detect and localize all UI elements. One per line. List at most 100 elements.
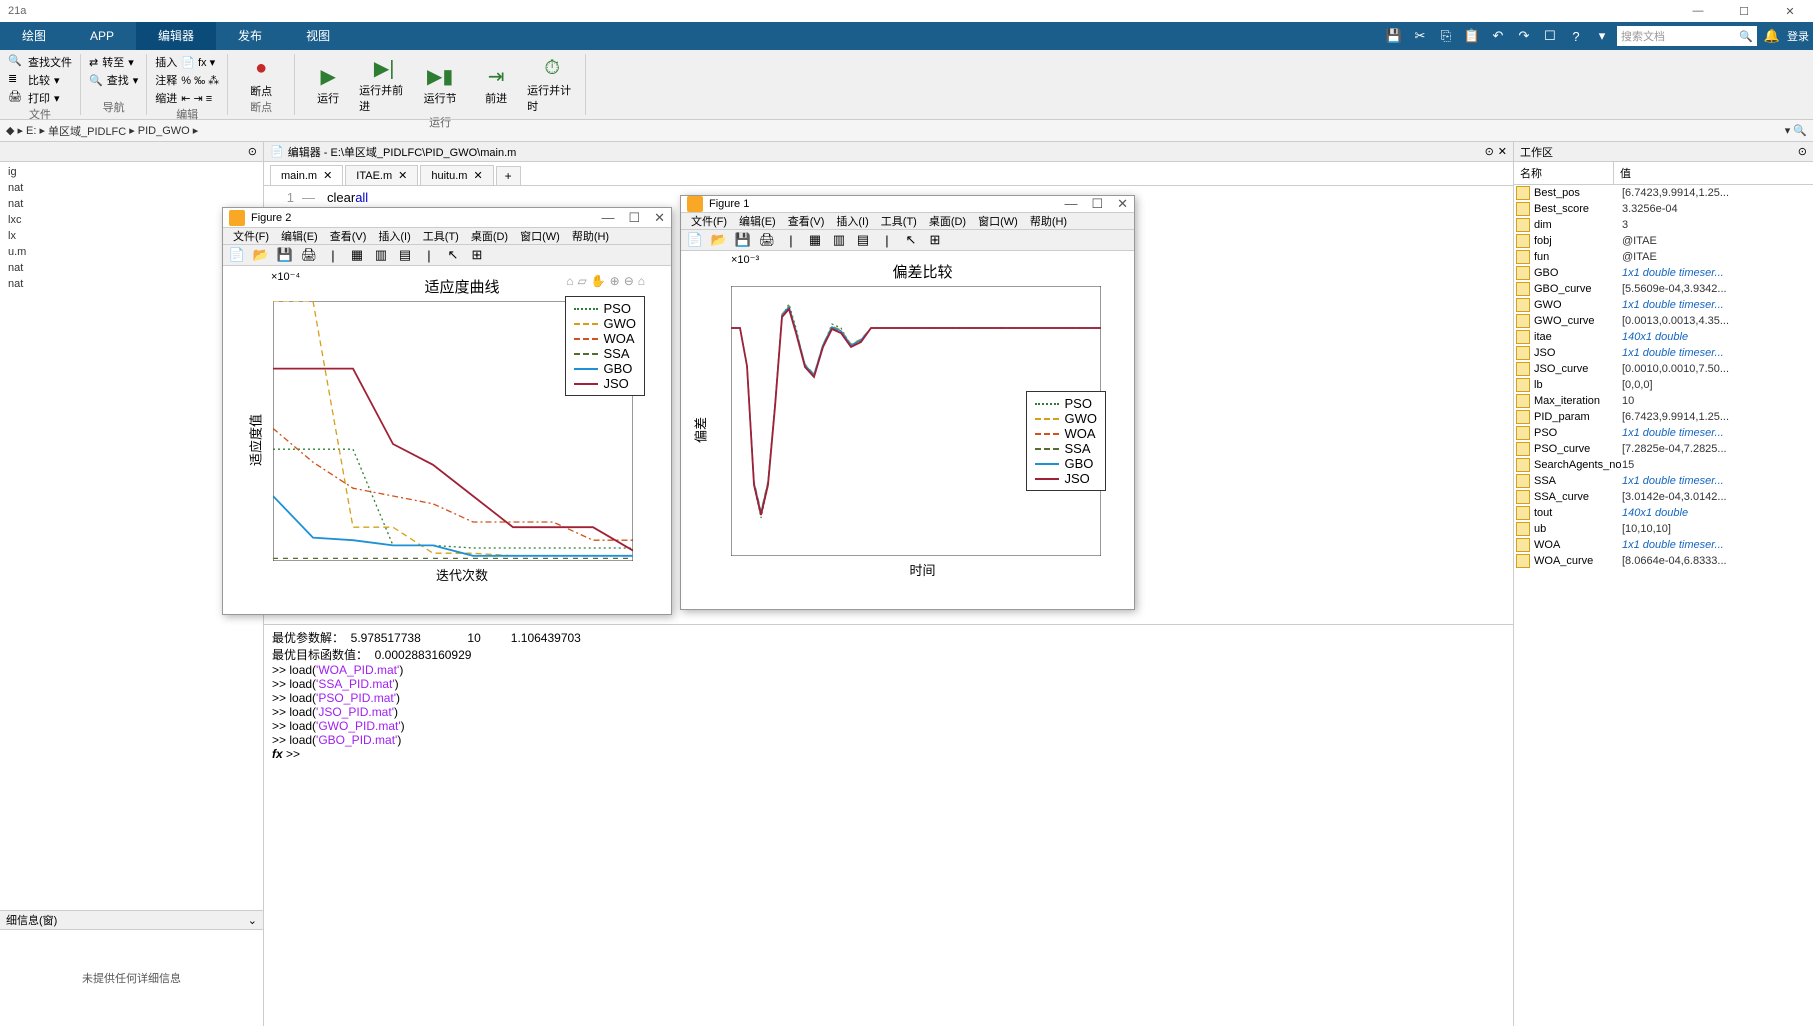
editor-tab-main[interactable]: main.m✕ <box>270 165 343 185</box>
minimize-button[interactable]: — <box>1683 5 1713 18</box>
menu-file[interactable]: 文件(F) <box>685 213 733 229</box>
workspace-row[interactable]: tout140x1 double <box>1514 505 1813 521</box>
search-icon[interactable]: 🔍 <box>1739 30 1753 43</box>
workspace-row[interactable]: SSA_curve[3.0142e-04,3.0142... <box>1514 489 1813 505</box>
layout3-icon[interactable]: ▤ <box>853 230 873 250</box>
tab-view[interactable]: 视图 <box>284 22 352 50</box>
redo-icon[interactable]: ↷ <box>1513 25 1535 47</box>
run-section-button[interactable]: ▶▮运行节 <box>415 54 465 114</box>
open-icon[interactable]: 📂 <box>709 230 729 250</box>
insert-button[interactable]: 插入 📄 fx ▾ <box>155 54 219 70</box>
tab-close-icon[interactable]: ✕ <box>398 169 407 182</box>
dropdown-icon[interactable]: ▾ <box>1591 25 1613 47</box>
workspace-row[interactable]: fun@ITAE <box>1514 249 1813 265</box>
workspace-row[interactable]: Max_iteration10 <box>1514 393 1813 409</box>
menu-desktop[interactable]: 桌面(D) <box>923 213 972 229</box>
menu-desktop[interactable]: 桌面(D) <box>465 228 514 244</box>
workspace-row[interactable]: dim3 <box>1514 217 1813 233</box>
switch-icon[interactable]: ☐ <box>1539 25 1561 47</box>
workspace-row[interactable]: Best_score3.3256e-04 <box>1514 201 1813 217</box>
help-icon[interactable]: ? <box>1565 25 1587 47</box>
search-docs[interactable]: 搜索文档 🔍 <box>1617 26 1757 46</box>
open-icon[interactable]: 📂 <box>251 245 271 265</box>
workspace-row[interactable]: GBO_curve[5.5609e-04,3.9342... <box>1514 281 1813 297</box>
figure2-legend[interactable]: PSO GWO WOA SSA GBO JSO <box>565 296 646 396</box>
list-item[interactable]: ig <box>2 164 261 180</box>
workspace-dropdown-icon[interactable]: ⊙ <box>1798 145 1807 158</box>
bell-icon[interactable]: 🔔 <box>1761 25 1783 47</box>
zoomout-icon[interactable]: ⊖ <box>624 274 634 288</box>
menu-help[interactable]: 帮助(H) <box>566 228 615 244</box>
menu-edit[interactable]: 编辑(E) <box>733 213 782 229</box>
menu-view[interactable]: 查看(V) <box>782 213 831 229</box>
layout2-icon[interactable]: ▥ <box>829 230 849 250</box>
tab-close-icon[interactable]: ✕ <box>323 169 332 182</box>
path-seg-2[interactable]: PID_GWO <box>138 125 190 137</box>
save-icon[interactable]: 💾 <box>275 245 295 265</box>
col-name[interactable]: 名称 <box>1514 162 1614 184</box>
menu-tools[interactable]: 工具(T) <box>417 228 465 244</box>
workspace-row[interactable]: SearchAgents_no15 <box>1514 457 1813 473</box>
layout1-icon[interactable]: ▦ <box>805 230 825 250</box>
menu-window[interactable]: 窗口(W) <box>972 213 1024 229</box>
close-button[interactable]: ✕ <box>1775 5 1805 18</box>
panel-close-icon[interactable]: ⊙ <box>248 145 257 158</box>
path-arrow-icon[interactable]: ◆ ▸ <box>6 124 23 137</box>
print-icon[interactable]: 🖨 <box>299 245 319 265</box>
figure2-axes[interactable]: 适应度曲线 ×10⁻⁴ 适应度值 12108 64 246 810 迭代次数 P… <box>223 266 671 614</box>
tab-editor[interactable]: 编辑器 <box>136 22 216 50</box>
workspace-row[interactable]: PSO1x1 double timeser... <box>1514 425 1813 441</box>
layout1-icon[interactable]: ▦ <box>347 245 367 265</box>
fig1-max-icon[interactable]: ☐ <box>1091 196 1103 212</box>
menu-insert[interactable]: 插入(I) <box>830 213 874 229</box>
figure1-titlebar[interactable]: Figure 1 —☐✕ <box>681 196 1134 213</box>
menu-insert[interactable]: 插入(I) <box>372 228 416 244</box>
detail-chevron-icon[interactable]: ⌄ <box>248 914 257 927</box>
brush-icon[interactable]: ⌂ <box>566 274 573 288</box>
workspace-row[interactable]: WOA_curve[8.0664e-04,6.8333... <box>1514 553 1813 569</box>
workspace-row[interactable]: JSO_curve[0.0010,0.0010,7.50... <box>1514 361 1813 377</box>
workspace-row[interactable]: Best_pos[6.7423,9.9914,1.25... <box>1514 185 1813 201</box>
breakpoints-button[interactable]: ● 断点 <box>236 54 286 99</box>
cmd-prompt[interactable]: fx >> <box>272 747 1505 761</box>
fig2-min-icon[interactable]: — <box>601 210 614 226</box>
cut-icon[interactable]: ✂ <box>1409 25 1431 47</box>
goto-button[interactable]: ⇄ 转至 ▾ <box>89 54 138 70</box>
login-link[interactable]: 登录 <box>1787 25 1809 47</box>
maximize-button[interactable]: ☐ <box>1729 5 1759 18</box>
menu-file[interactable]: 文件(F) <box>227 228 275 244</box>
copy-icon[interactable]: ⎘ <box>1435 25 1457 47</box>
workspace-row[interactable]: JSO1x1 double timeser... <box>1514 345 1813 361</box>
layout2-icon[interactable]: ▥ <box>371 245 391 265</box>
save-icon[interactable]: 💾 <box>733 230 753 250</box>
editor-tab-huitu[interactable]: huitu.m✕ <box>420 165 493 185</box>
run-advance-button[interactable]: ▶|运行并前进 <box>359 54 409 114</box>
fig2-close-icon[interactable]: ✕ <box>654 210 665 226</box>
axes-toolbar[interactable]: ⌂ ▱ ✋ ⊕ ⊖ ⌂ <box>566 274 645 288</box>
new-icon[interactable]: 📄 <box>685 230 705 250</box>
workspace-row[interactable]: GBO1x1 double timeser... <box>1514 265 1813 281</box>
home-icon[interactable]: ⌂ <box>638 274 645 288</box>
figure1-window[interactable]: Figure 1 —☐✕ 文件(F) 编辑(E) 查看(V) 插入(I) 工具(… <box>680 195 1135 610</box>
compare-button[interactable]: ≣比较 ▾ <box>8 72 72 88</box>
indent-button[interactable]: 缩进 ⇤ ⇥ ≡ <box>155 90 219 106</box>
path-seg-1[interactable]: 单区域_PIDLFC <box>48 123 126 139</box>
menu-edit[interactable]: 编辑(E) <box>275 228 324 244</box>
workspace-row[interactable]: fobj@ITAE <box>1514 233 1813 249</box>
workspace-row[interactable]: itae140x1 double <box>1514 329 1813 345</box>
workspace-row[interactable]: PID_param[6.7423,9.9914,1.25... <box>1514 409 1813 425</box>
tab-add-button[interactable]: + <box>496 166 521 185</box>
run-time-button[interactable]: ⏱运行并计时 <box>527 54 577 114</box>
command-window[interactable]: 最优参数解： 5.978517738 10 1.106439703 最优目标函数… <box>264 624 1513 1026</box>
new-icon[interactable]: 📄 <box>227 245 247 265</box>
pointer-icon[interactable]: ↖ <box>901 230 921 250</box>
pan-icon[interactable]: ✋ <box>591 274 606 288</box>
figure2-titlebar[interactable]: Figure 2 —☐✕ <box>223 208 671 228</box>
editor-max-icon[interactable]: ⊙ <box>1485 145 1494 158</box>
fig1-min-icon[interactable]: — <box>1064 196 1077 212</box>
tab-app[interactable]: APP <box>68 22 136 50</box>
tab-close-icon[interactable]: ✕ <box>473 169 482 182</box>
print-button[interactable]: 🖨打印 ▾ <box>8 90 72 106</box>
undo-icon[interactable]: ↶ <box>1487 25 1509 47</box>
workspace-row[interactable]: PSO_curve[7.2825e-04,7.2825... <box>1514 441 1813 457</box>
